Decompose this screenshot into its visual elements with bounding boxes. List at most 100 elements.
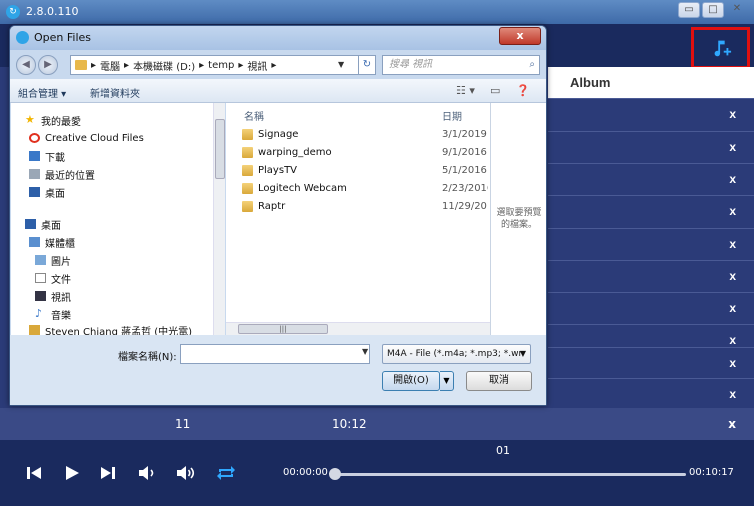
folder-icon <box>242 147 253 158</box>
remove-track-button[interactable]: x <box>729 387 736 401</box>
open-button[interactable]: 開啟(O) <box>382 371 440 391</box>
nav-label: 視訊 <box>51 292 71 304</box>
address-row: ◀ ▶ ▸ 電腦 ▸ 本機磁碟 (D:) ▸ temp ▸ 視訊 ▸ ▼ ↻ 搜… <box>10 51 546 79</box>
add-music-button[interactable] <box>691 27 750 69</box>
file-name: PlaysTV <box>258 165 298 176</box>
nav-item[interactable]: 圖片 <box>35 253 71 268</box>
remove-track-button[interactable]: x <box>729 204 736 218</box>
previous-button[interactable] <box>26 462 42 484</box>
volume-up-button[interactable] <box>176 462 196 484</box>
seek-handle[interactable] <box>329 468 341 480</box>
file-date: 9/1/2016 <box>442 147 487 158</box>
dialog-toolbar: 組合管理 ▾ 新增資料夾 ☷ ▾ ▭ ❓ <box>10 79 546 103</box>
breadcrumb-separator: ▸ <box>238 59 244 71</box>
chevron-down-icon[interactable]: ▼ <box>362 347 368 356</box>
dialog-title: Open Files <box>34 31 92 44</box>
volume-high-icon <box>177 466 195 480</box>
folder-icon <box>75 60 87 70</box>
nav-favorites[interactable]: ★ 我的最愛 <box>25 113 81 128</box>
remove-track-button[interactable]: x <box>729 333 736 347</box>
refresh-button[interactable]: ↻ <box>358 55 376 75</box>
file-row[interactable]: Logitech Webcam 2/23/2016 <box>226 181 490 197</box>
nav-item[interactable]: 下載 <box>29 149 65 164</box>
remove-track-button[interactable]: x <box>729 301 736 315</box>
search-input[interactable]: 搜尋 視訊 ⌕ <box>382 55 540 75</box>
nav-item[interactable]: 最近的位置 <box>29 167 95 182</box>
nav-label: 最近的位置 <box>45 170 95 182</box>
remove-track-button[interactable]: x <box>729 107 736 121</box>
view-options-icon[interactable]: ☷ ▾ <box>456 84 475 97</box>
breadcrumb-item[interactable]: 視訊 <box>247 58 267 73</box>
preview-pane-icon[interactable]: ▭ <box>490 84 500 97</box>
remove-track-button[interactable]: x <box>729 172 736 186</box>
album-column-header[interactable]: Album <box>548 67 754 98</box>
pictures-icon <box>35 255 46 265</box>
file-row[interactable]: Signage 3/1/2019 <box>226 127 490 143</box>
next-button[interactable] <box>100 462 116 484</box>
repeat-icon <box>217 466 235 480</box>
arrow-right-icon: ▶ <box>44 59 52 70</box>
time-total: 00:10:17 <box>689 467 734 478</box>
desktop-icon <box>25 219 36 229</box>
player-bar: 01 00:00:00 00:10:17 <box>0 440 754 506</box>
open-dropdown-button[interactable]: ▼ <box>440 371 454 391</box>
scroll-thumb[interactable]: ||| <box>238 324 328 334</box>
download-icon <box>29 151 40 161</box>
scroll-thumb[interactable] <box>215 119 225 179</box>
remove-track-button[interactable]: x <box>729 237 736 251</box>
nav-label: 我的最愛 <box>41 116 81 128</box>
address-bar[interactable]: ▸ 電腦 ▸ 本機磁碟 (D:) ▸ temp ▸ 視訊 ▸ <box>70 55 360 75</box>
refresh-icon: ↻ <box>362 59 372 70</box>
documents-icon <box>35 273 46 283</box>
horizontal-scrollbar[interactable]: ||| <box>226 322 490 335</box>
new-folder-button[interactable]: 新增資料夾 <box>90 85 140 100</box>
file-row[interactable]: warping_demo 9/1/2016 <box>226 145 490 161</box>
column-header-name[interactable]: 名稱 <box>244 108 264 123</box>
nav-desktop[interactable]: 桌面 <box>25 217 61 232</box>
file-name: Signage <box>258 129 299 140</box>
nav-item[interactable]: Creative Cloud Files <box>29 131 144 145</box>
track-number: 01 <box>496 444 510 457</box>
breadcrumb-item[interactable]: temp <box>208 60 234 71</box>
remove-track-button[interactable]: x <box>729 269 736 283</box>
track-row: x <box>548 378 754 410</box>
dialog-titlebar: Open Files x <box>10 26 546 50</box>
file-row[interactable]: Raptr 11/29/2015 <box>226 199 490 215</box>
filename-input[interactable] <box>180 344 370 364</box>
minimize-button[interactable]: ▭ <box>678 2 700 18</box>
help-icon[interactable]: ❓ <box>516 84 530 97</box>
column-header-date[interactable]: 日期 <box>442 108 462 123</box>
app-logo-icon <box>16 31 29 44</box>
navigation-pane: ★ 我的最愛 Creative Cloud Files 下載 最近的位置 桌面 桌… <box>11 103 225 338</box>
organize-menu[interactable]: 組合管理 ▾ <box>18 85 66 100</box>
app-logo-icon: ↻ <box>6 5 20 19</box>
volume-down-button[interactable] <box>138 462 156 484</box>
maximize-button[interactable]: □ <box>702 2 724 18</box>
seek-bar[interactable] <box>330 473 686 476</box>
file-row[interactable]: PlaysTV 5/1/2016 <box>226 163 490 179</box>
remove-track-button[interactable]: x <box>729 356 736 370</box>
remove-track-button[interactable]: x <box>728 417 736 431</box>
close-window-button[interactable]: ✕ <box>726 2 748 18</box>
back-button[interactable]: ◀ <box>16 55 36 75</box>
nav-item[interactable]: ♪ 音樂 <box>35 307 71 322</box>
filetype-select[interactable]: M4A - File (*.m4a; *.mp3; *.wr ▼ <box>382 344 531 364</box>
track-index: 11 <box>175 417 191 431</box>
nav-label: 文件 <box>51 274 71 286</box>
nav-item[interactable]: 視訊 <box>35 289 71 304</box>
breadcrumb-item[interactable]: 電腦 <box>100 58 120 73</box>
track-row: x <box>548 98 754 130</box>
nav-item[interactable]: 文件 <box>35 271 71 286</box>
nav-scrollbar[interactable] <box>213 103 225 335</box>
folder-icon <box>242 201 253 212</box>
cancel-button[interactable]: 取消 <box>466 371 532 391</box>
repeat-button[interactable] <box>216 462 236 484</box>
play-button[interactable] <box>64 462 80 484</box>
forward-button[interactable]: ▶ <box>38 55 58 75</box>
breadcrumb-item[interactable]: 本機磁碟 (D:) <box>133 58 195 73</box>
nav-item[interactable]: 媒體櫃 <box>29 235 75 250</box>
dialog-close-button[interactable]: x <box>499 27 541 45</box>
remove-track-button[interactable]: x <box>729 140 736 154</box>
nav-item[interactable]: 桌面 <box>29 185 65 200</box>
chevron-down-icon[interactable]: ▼ <box>338 55 352 75</box>
